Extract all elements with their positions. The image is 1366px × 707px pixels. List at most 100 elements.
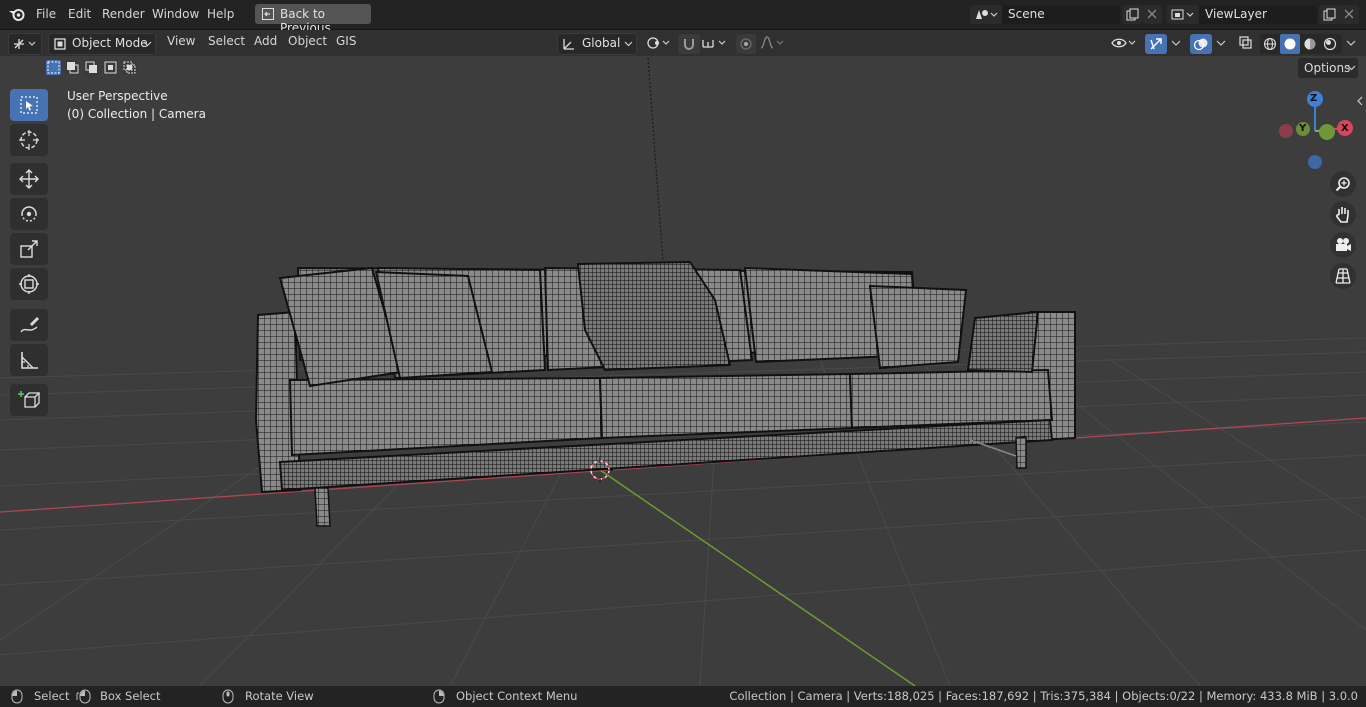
status-context-menu-label: Object Context Menu [456,689,578,703]
perspective-toggle-button[interactable] [1330,263,1356,289]
proportional-editing-toggle[interactable] [736,34,756,54]
select-mode-extend[interactable] [65,60,80,75]
annotate-tool[interactable] [10,309,48,341]
duplicate-icon [1323,8,1336,21]
chevron-down-icon [143,41,152,47]
scene-name: Scene [1008,7,1045,21]
shading-menu[interactable] [1343,34,1359,54]
menu-render[interactable]: Render [102,7,145,21]
chevron-down-icon [1347,65,1356,71]
zoom-button[interactable] [1330,171,1356,197]
rotate-tool[interactable] [10,198,48,230]
menu-help[interactable]: Help [207,7,234,21]
scene-name-field[interactable]: Scene [1002,5,1120,24]
transform-orientation-selector[interactable]: Global [557,33,637,55]
delete-viewlayer-button[interactable] [1339,5,1359,24]
select-extend-icon [67,62,79,74]
close-icon [1344,9,1354,19]
annotate-pencil-icon [20,317,39,333]
menu-object[interactable]: Object [288,34,327,48]
select-intersect-icon [123,61,136,74]
orientation-global-icon [563,39,574,50]
move-tool[interactable] [10,163,48,195]
viewport-header: Object Mode View Select Add Object GIS G… [0,30,1366,56]
mode-label: Object Mode [72,36,148,50]
mode-selector[interactable]: Object Mode [48,33,156,55]
mouse-middle-icon [222,689,234,704]
solid-shading-button[interactable] [1280,34,1300,54]
add-cube-tool[interactable] [10,384,48,416]
new-scene-button[interactable] [1122,5,1142,24]
measure-ruler-icon [21,352,38,369]
blender-logo-icon[interactable] [8,5,26,23]
zoom-icon [1335,177,1350,192]
xray-icon [1239,36,1252,49]
new-viewlayer-button[interactable] [1319,5,1339,24]
viewport-scene [0,57,1366,686]
delete-scene-button[interactable] [1142,5,1162,24]
status-select-label: Select [34,689,70,703]
cursor-tool[interactable] [10,124,48,156]
hand-icon [1336,207,1349,223]
3d-viewport-icon [14,39,36,49]
options-dropdown[interactable]: Options [1298,58,1358,78]
overlays-toggle[interactable] [1190,34,1212,54]
snap-target-selector[interactable] [700,34,730,54]
status-box-select-label: Box Select [100,689,161,703]
viewlayer-name-field[interactable]: ViewLayer [1199,5,1317,24]
menu-add[interactable]: Add [254,34,277,48]
mouse-left-icon [11,689,23,704]
select-mode-intersect[interactable] [122,60,137,75]
overlays-menu[interactable] [1213,34,1229,54]
3d-viewport[interactable]: User Perspective (0) Collection | Camera [0,56,1366,686]
back-to-previous-button[interactable]: Back to Previous [255,4,371,35]
snap-toggle[interactable] [678,34,700,54]
select-mode-set[interactable] [46,60,61,75]
pivot-point-selector[interactable] [645,34,673,54]
transform-tool[interactable] [10,268,48,300]
camera-view-button[interactable] [1330,232,1356,258]
measure-tool[interactable] [10,344,48,376]
gizmo-menu[interactable] [1168,34,1184,54]
gizmo-toggle[interactable] [1145,34,1167,54]
scene-browse-button[interactable] [970,5,1002,24]
y-axis-line [599,469,916,686]
pan-button[interactable] [1330,201,1356,227]
move-icon [19,169,39,189]
visibility-selector[interactable] [1110,34,1140,54]
gizmo-z-label: Z [1310,93,1318,104]
sidebar-toggle-icon[interactable] [1356,96,1364,106]
select-mode-subtract[interactable] [84,60,99,75]
editor-type-selector[interactable] [8,33,42,55]
top-bar: File Edit Render Window Help Back to Pre… [0,0,1366,35]
viewlayer-browse-button[interactable] [1167,5,1199,24]
select-mode-invert[interactable] [103,60,118,75]
transform-icon [19,274,39,294]
chevron-down-icon [624,41,633,47]
object-mode-icon [54,38,66,50]
menu-gis[interactable]: GIS [336,34,356,48]
chevron-down-icon [1346,40,1356,46]
menu-view[interactable]: View [167,34,195,48]
cursor-icon [19,130,39,150]
shading-mode-group [1260,34,1342,54]
select-box-tool[interactable] [10,89,48,121]
grid-icon [1335,268,1351,284]
menu-edit[interactable]: Edit [68,7,91,21]
menu-file[interactable]: File [36,7,56,21]
duplicate-icon [1126,8,1139,21]
wireframe-shading-button[interactable] [1260,34,1280,54]
magnet-icon [684,39,694,50]
menu-select[interactable]: Select [208,34,245,48]
chevron-down-icon [1171,40,1181,46]
chevron-down-icon [1216,40,1226,46]
material-shading-button[interactable] [1300,34,1320,54]
back-arrow-icon [262,8,274,20]
proportional-falloff-selector[interactable] [758,34,788,54]
rendered-shading-button[interactable] [1320,34,1340,54]
xray-toggle[interactable] [1236,34,1256,54]
select-set-icon [47,61,60,74]
menu-window[interactable]: Window [152,7,199,21]
orientation-label: Global [582,36,621,50]
scale-tool[interactable] [10,233,48,265]
